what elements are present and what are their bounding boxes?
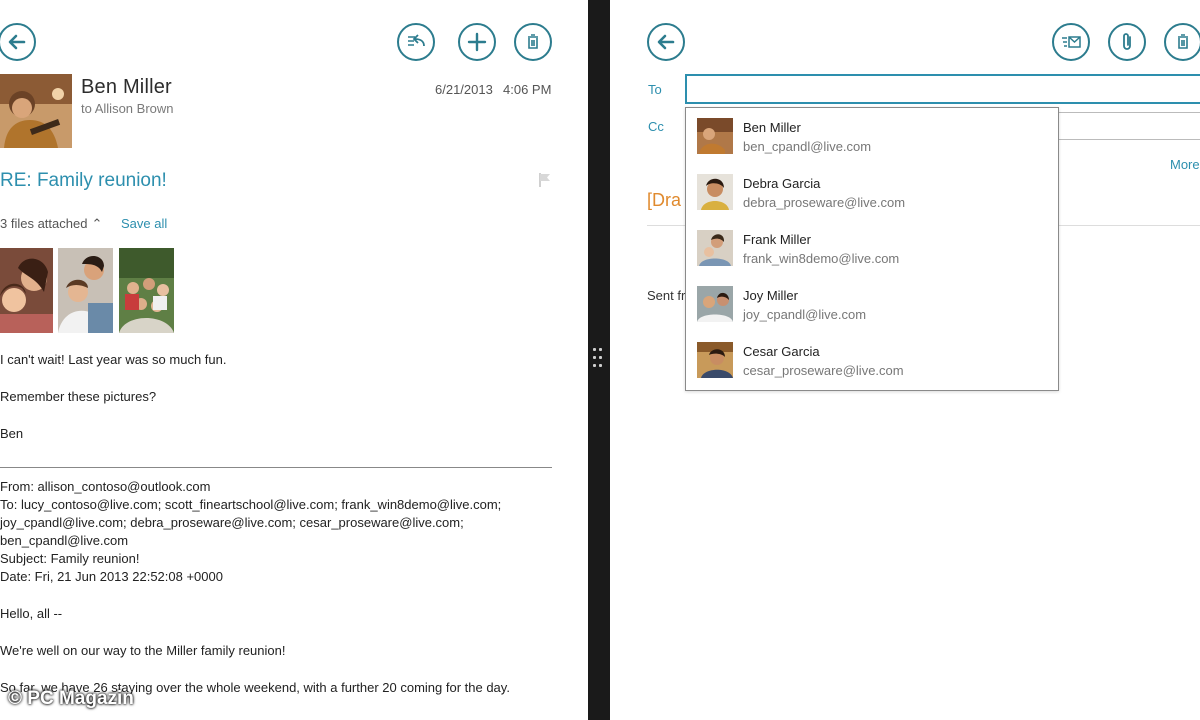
suggestion-email: debra_proseware@live.com [743,195,906,210]
message-body-line: Remember these pictures? [0,389,157,404]
delete-button[interactable] [514,23,552,61]
attach-button[interactable] [1108,23,1146,61]
message-date: 6/21/2013 [435,82,493,97]
plus-icon [467,32,487,52]
suggestion-joy-miller[interactable]: Joy Miller joy_cpandl@live.com [686,276,1058,332]
suggestion-email: frank_win8demo@live.com [743,251,900,266]
trash-icon [1178,34,1188,49]
back-button[interactable] [0,23,36,61]
to-field[interactable] [685,74,1200,104]
discard-button[interactable] [1164,23,1200,61]
suggestion-name: Debra Garcia [743,176,821,191]
suggestion-cesar-garcia[interactable]: Cesar Garcia cesar_proseware@live.com [686,332,1058,388]
send-icon [1062,36,1081,48]
cc-field[interactable] [1058,112,1200,140]
attachment-thumbnail[interactable] [58,248,113,333]
suggestion-debra-garcia[interactable]: Debra Garcia debra_proseware@live.com [686,164,1058,220]
suggestion-ben-miller[interactable]: Ben Miller ben_cpandl@live.com [686,108,1058,164]
quoted-paragraph: We're well on our way to the Miller fami… [0,643,286,658]
cc-label: Cc [648,119,664,134]
watermark: © PC Magazin [8,688,134,709]
attachment-thumbnail[interactable] [119,248,174,333]
sender-avatar [0,74,72,148]
chevron-up-icon: ⌃ [91,216,103,231]
message-reading-pane: Ben Miller to Allison Brown 6/21/2013 4:… [0,0,588,720]
quoted-greeting: Hello, all -- [0,606,63,621]
contact-avatar [697,118,733,154]
message-body-line: I can't wait! Last year was so much fun. [0,352,227,367]
back-arrow-icon [8,34,26,50]
message-signature: Ben [0,426,24,441]
trash-icon [528,34,538,49]
contact-avatar [697,286,733,322]
suggestion-name: Cesar Garcia [743,344,820,359]
contact-avatar [697,174,733,210]
suggestion-name: Joy Miller [743,288,798,303]
recipient-line: to Allison Brown [81,101,174,116]
sender-name[interactable]: Ben Miller [81,76,172,99]
quoted-to-line: joy_cpandl@live.com; debra_proseware@liv… [0,515,464,530]
respond-button[interactable] [397,23,435,61]
more-link[interactable]: More [1170,157,1200,172]
contact-avatar [697,342,733,378]
draft-subject[interactable]: [Dra [647,190,681,211]
back-arrow-icon [657,34,675,50]
quoted-subject: Subject: Family reunion! [0,551,140,566]
attachments-toggle[interactable]: 3 files attached ⌃ [0,216,102,232]
flag-icon[interactable] [538,172,552,188]
contact-suggestions: Ben Miller ben_cpandl@live.com Debra Gar… [685,107,1059,391]
quoted-date: Date: Fri, 21 Jun 2013 22:52:08 +0000 [0,569,223,584]
suggestion-name: Frank Miller [743,232,811,247]
suggestion-name: Ben Miller [743,120,801,135]
contact-avatar [697,230,733,266]
suggestion-email: joy_cpandl@live.com [743,307,867,322]
quoted-from: From: allison_contoso@outlook.com [0,479,211,494]
attachments-label: 3 files attached [0,216,88,231]
suggestion-frank-miller[interactable]: Frank Miller frank_win8demo@live.com [686,220,1058,276]
pane-resize-handle[interactable] [593,346,605,374]
save-all-link[interactable]: Save all [121,216,167,231]
suggestion-email: cesar_proseware@live.com [743,363,904,378]
message-subject: RE: Family reunion! [0,170,167,191]
sent-from-signature[interactable]: Sent fr [647,288,685,303]
quote-divider [0,467,552,468]
compose-back-button[interactable] [647,23,685,61]
quoted-to-line: ben_cpandl@live.com [0,533,129,548]
paperclip-icon [1123,33,1131,50]
new-message-button[interactable] [458,23,496,61]
reply-icon [408,34,425,47]
message-time: 4:06 PM [503,82,552,97]
attachment-thumbnail[interactable] [0,248,53,333]
suggestion-email: ben_cpandl@live.com [743,139,872,154]
to-label: To [648,82,662,97]
quoted-to-line: To: lucy_contoso@live.com; scott_fineart… [0,497,502,512]
send-button[interactable] [1052,23,1090,61]
